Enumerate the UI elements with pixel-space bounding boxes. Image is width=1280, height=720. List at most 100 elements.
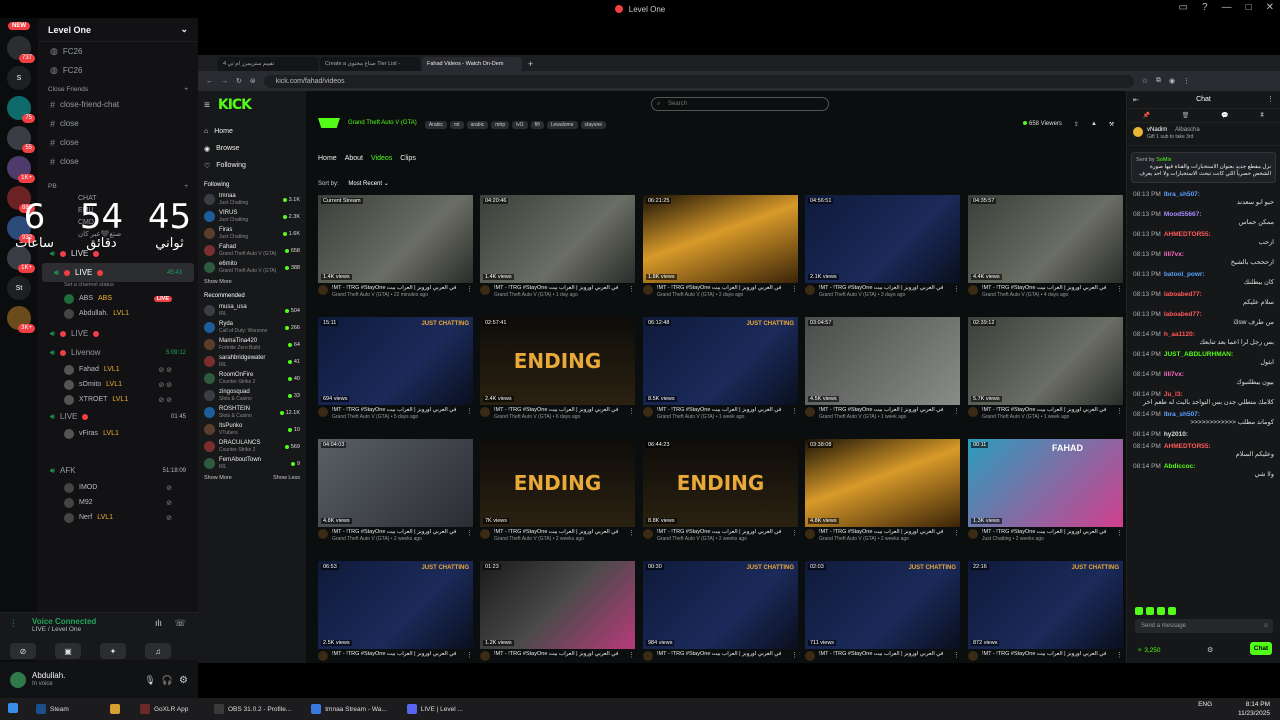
channel-entry[interactable]: RoomOnFire Counter-Strike 2 40	[204, 370, 300, 387]
server-icon[interactable]: 1K+	[7, 156, 35, 183]
chat-message[interactable]: 08:14 PM lili7vx: بيون بيطلنبوك	[1127, 369, 1280, 389]
video-card[interactable]: ENDING 06:44:23 8.8K views !MT - !TRG #Stay…	[643, 439, 798, 557]
video-card[interactable]: 06:21:25 1.8K views !MT - !TRG #StayOne في…	[643, 195, 798, 313]
video-thumbnail[interactable]: JUST CHATTING 00:30 984 views	[643, 561, 798, 649]
voice-user[interactable]: vFiras LVL1	[38, 426, 198, 441]
video-menu-icon[interactable]: ⋮	[953, 407, 960, 421]
alert-icon[interactable]: ▲	[1091, 121, 1097, 128]
video-card[interactable]: 01:23 1.2K views !MT - !TRG #StayOne في ال…	[480, 561, 635, 679]
voice-user[interactable]: Fahad LVL1 ⊘ ⊘	[38, 362, 198, 377]
channel-item[interactable]: ◍ FC26	[38, 42, 198, 61]
chat-message[interactable]: 08:14 PM hy2010:	[1127, 429, 1280, 441]
message-user[interactable]: Ibra_sh507:	[1164, 411, 1200, 418]
show-more-link[interactable]: Show More	[204, 279, 300, 285]
video-title[interactable]: !MT - !TRG #StayOne في العربي أوروبز | ا…	[657, 651, 781, 658]
tab-videos[interactable]: Videos	[371, 155, 392, 162]
voice-user[interactable]: M92 ⊘	[38, 495, 198, 510]
taskbar-app[interactable]: Steam	[28, 700, 98, 718]
video-thumbnail[interactable]: 04:56:51 2.1K views	[805, 195, 960, 283]
video-thumbnail[interactable]: 03:04:57 4.5K views	[805, 317, 960, 405]
chat-message[interactable]: 08:13 PM AHMEDTOR55: ارحب	[1127, 229, 1280, 249]
language-indicator[interactable]: ENG	[1198, 701, 1212, 708]
nav-item-home[interactable]: ⌂ Home	[204, 123, 300, 140]
channel-entry[interactable]: musa_usa IRL 504	[204, 302, 300, 319]
browser-tab[interactable]: Fahad Videos - Watch On-Dem	[422, 57, 522, 71]
video-thumbnail[interactable]: 03:38:08 4.8K views	[805, 439, 960, 527]
chat-message[interactable]: 08:13 PM batool_powr: كان ببطلنك	[1127, 269, 1280, 289]
message-user[interactable]: h_aa1120:	[1164, 331, 1195, 338]
sort-dropdown[interactable]: Most Recent ⌄	[348, 181, 388, 187]
video-thumbnail[interactable]: 04:04:03 4.8K views	[318, 439, 473, 527]
hourglass-icon[interactable]: ⧗	[1260, 112, 1264, 119]
site-info-icon[interactable]: ⊜	[250, 77, 256, 85]
taskbar-time[interactable]: 8:14 PM	[1214, 700, 1270, 709]
video-card[interactable]: JUST CHATTING 00:30 984 views !MT - !TRG #S…	[643, 561, 798, 679]
video-thumbnail[interactable]: ENDING 02:57:41 2.4K views	[480, 317, 635, 405]
message-user[interactable]: Abdiccoc:	[1164, 463, 1195, 470]
video-title[interactable]: !MT - !TRG #StayOne في العربي أوروبز | ا…	[819, 651, 943, 658]
screen-share-button[interactable]: ▣	[55, 643, 81, 659]
video-card[interactable]: ENDING 02:57:41 2.4K views !MT - !TRG #Stay…	[480, 317, 635, 435]
video-menu-icon[interactable]: ⋮	[466, 407, 473, 421]
chat-message[interactable]: 08:13 PM Mood55667: ممكن حماس	[1127, 209, 1280, 229]
video-thumbnail[interactable]: JUST CHATTING 15:11 694 views	[318, 317, 473, 405]
chat-message[interactable]: 08:14 PM JUST_ABDLURHMAN: ابثول	[1127, 349, 1280, 369]
message-user[interactable]: batool_powr:	[1164, 271, 1205, 278]
video-menu-icon[interactable]: ⋮	[953, 529, 960, 543]
add-channel-icon[interactable]: +	[184, 183, 188, 190]
video-menu-icon[interactable]: ⋮	[1116, 407, 1123, 421]
soundboard-button[interactable]: ♫	[145, 643, 171, 659]
video-title[interactable]: !MT - !TRG #StayOne في العربي أوروبز | ا…	[819, 407, 943, 414]
video-title[interactable]: !MT - !TRG #StayOne في العربي أوروبز | ا…	[982, 529, 1106, 536]
video-card[interactable]: 02:39:12 5.7K views !MT - !TRG #StayOne في…	[968, 317, 1123, 435]
video-thumbnail[interactable]: 06:21:25 1.8K views	[643, 195, 798, 283]
message-user[interactable]: Mood55667:	[1164, 211, 1202, 218]
chat-input[interactable]: Send a message ☺	[1135, 619, 1273, 633]
taskbar-app[interactable]: OBS 31.0.2 - Profile...	[206, 700, 299, 718]
message-user[interactable]: lili7vx:	[1164, 251, 1184, 258]
video-title[interactable]: !MT - !TRG #StayOne في العربي أوروبز | ا…	[982, 651, 1106, 658]
tab-home[interactable]: Home	[318, 155, 337, 162]
channel-entry[interactable]: Fahad Grand Theft Auto V (GTA) 658	[204, 242, 300, 259]
message-user[interactable]: laboabed77:	[1164, 311, 1202, 318]
video-card[interactable]: 03:38:08 4.8K views !MT - !TRG #StayOne في…	[805, 439, 960, 557]
video-card[interactable]: JUST CHATTING 06:53 2.5K views !MT - !TRG #…	[318, 561, 473, 679]
show-more-recommended-link[interactable]: Show More	[204, 475, 232, 481]
video-title[interactable]: !MT - !TRG #StayOne في العربي أوروبز | ا…	[657, 529, 781, 536]
chevron-down-icon[interactable]: ⌄	[180, 24, 188, 35]
emote-icon[interactable]	[1168, 607, 1176, 615]
message-user[interactable]: Ju_l3:	[1164, 391, 1183, 398]
video-menu-icon[interactable]: ⋮	[628, 651, 635, 661]
server-icon[interactable]: 737	[7, 36, 35, 63]
browser-tab[interactable]: تقييم ستريمرز ام تي 4	[218, 57, 318, 71]
server-icon[interactable]: 55	[7, 126, 35, 153]
taskbar-app[interactable]: LIVE | Level ...	[399, 700, 471, 718]
video-card[interactable]: JUST CHATTING 06:12:48 8.5K views !MT - !TR…	[643, 317, 798, 435]
bookmark-star-icon[interactable]: ☆	[1142, 77, 1148, 85]
avatar[interactable]	[10, 672, 26, 688]
voice-channel-item[interactable]: 🔊︎ LIVE	[38, 324, 198, 343]
voice-channel-item[interactable]: 🔊︎ LIVE 01 45	[38, 407, 198, 426]
channel-entry[interactable]: Firas Just Chatting 1.6K	[204, 225, 300, 242]
voice-user[interactable]: Abdullah. LVL1	[38, 306, 198, 321]
channel-entry[interactable]: tmnaa Just Chatting 3.1K	[204, 191, 300, 208]
extensions-icon[interactable]: ⧉	[1156, 77, 1161, 85]
video-menu-icon[interactable]: ⋮	[953, 651, 960, 661]
windows-start-icon[interactable]	[8, 703, 18, 713]
channel-entry[interactable]: DRACULANCS Counter-Strike 2 569	[204, 438, 300, 455]
help-icon[interactable]: ?	[1202, 2, 1208, 13]
new-tab-icon[interactable]: +	[528, 57, 533, 71]
video-thumbnail[interactable]: 04:35:57 4.4K views	[968, 195, 1123, 283]
chat-message[interactable]: 08:14 PM AHMEDTOR55: وعليكم السلام	[1127, 441, 1280, 461]
message-user[interactable]: AHMEDTOR55:	[1164, 443, 1211, 450]
server-icon[interactable]: 75	[7, 96, 35, 123]
emote-icon[interactable]	[1146, 607, 1154, 615]
tag-chip[interactable]: mtrp	[491, 121, 510, 129]
tag-chip[interactable]: Lewalome	[546, 121, 578, 129]
hamburger-menu-icon[interactable]: ≡	[204, 100, 210, 111]
video-card[interactable]: 03:04:57 4.5K views !MT - !TRG #StayOne في…	[805, 317, 960, 435]
signal-icon[interactable]: ⫶	[12, 619, 15, 630]
video-thumbnail[interactable]: JUST CHATTING 06:53 2.5K views	[318, 561, 473, 649]
headset-icon[interactable]: 🎧	[162, 675, 173, 686]
mic-icon[interactable]: 🎙	[144, 675, 155, 686]
